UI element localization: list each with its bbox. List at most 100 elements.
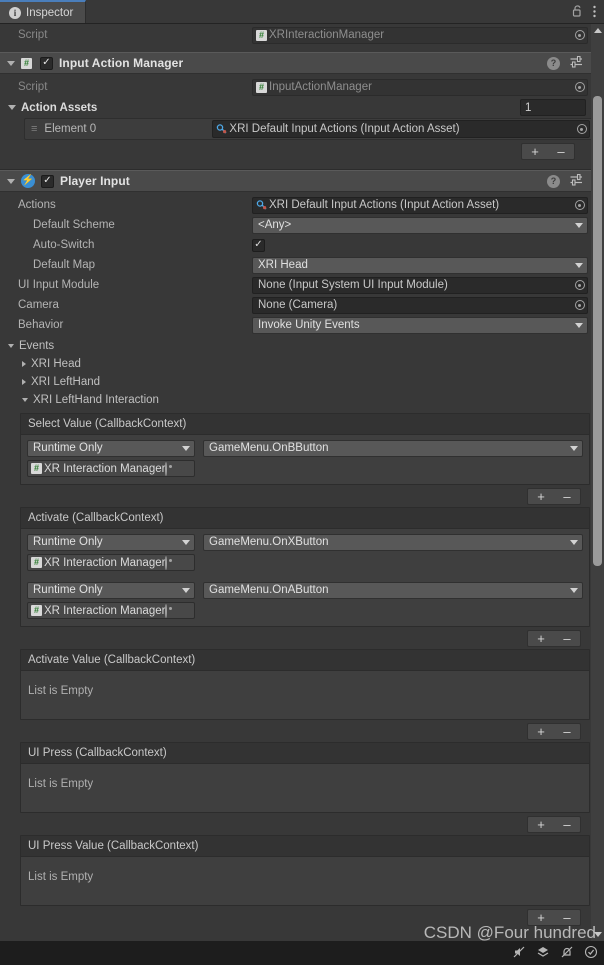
tab-inspector[interactable]: i Inspector [0, 0, 86, 23]
help-icon[interactable]: ? [547, 57, 560, 70]
event-panel-title: Activate Value (CallbackContext) [21, 650, 589, 671]
remove-listener-button[interactable]: – [554, 817, 580, 832]
events-group-label: XRI LeftHand Interaction [33, 394, 159, 406]
component-title: Input Action Manager [59, 56, 183, 70]
events-group-xri-lefthand[interactable]: XRI LeftHand [0, 373, 604, 391]
event-entry: Runtime Only GameMenu.OnAButton # XR Int… [27, 581, 583, 620]
help-icon[interactable]: ? [547, 175, 560, 188]
add-listener-button[interactable]: + [528, 631, 554, 646]
component-header-input-action-manager[interactable]: # ✓ Input Action Manager ? [0, 52, 604, 74]
event-function-dropdown[interactable]: GameMenu.OnAButton [203, 582, 583, 599]
component-enabled-checkbox[interactable]: ✓ [40, 57, 53, 70]
object-picker-icon[interactable] [574, 124, 589, 134]
foldout-arrow-icon[interactable] [8, 344, 14, 348]
event-target-object-field[interactable]: # XR Interaction Manager [27, 460, 195, 477]
vertical-scrollbar[interactable] [591, 24, 604, 941]
row-ui-input-module: UI Input Module None (Input System UI In… [0, 275, 604, 295]
unity-event-panel: UI Press Value (CallbackContext) List is… [20, 835, 590, 906]
events-group-xri-head[interactable]: XRI Head [0, 355, 604, 373]
add-listener-button[interactable]: + [528, 724, 554, 739]
auto-switch-checkbox[interactable]: ✓ [252, 239, 265, 252]
object-picker-icon[interactable] [165, 605, 167, 617]
camera-object-field[interactable]: None (Camera) [252, 297, 588, 314]
event-mode-dropdown[interactable]: Runtime Only [27, 582, 195, 599]
event-function-dropdown[interactable]: GameMenu.OnXButton [203, 534, 583, 551]
event-panel-title: Select Value (CallbackContext) [21, 414, 589, 435]
event-empty-text: List is Empty [21, 671, 589, 719]
kebab-menu-icon[interactable] [593, 5, 596, 18]
inspector-window: i Inspector Script # XRInteractionMan [0, 0, 604, 965]
scroll-up-arrow-icon[interactable] [591, 24, 604, 37]
add-listener-button[interactable]: + [528, 817, 554, 832]
tabbar-spacer [86, 0, 572, 23]
mute-audio-icon[interactable] [512, 945, 526, 962]
event-target-object-field[interactable]: # XR Interaction Manager [27, 554, 195, 571]
script-value: InputActionManager [269, 81, 572, 93]
remove-listener-button[interactable]: – [554, 489, 580, 504]
gameobject-icon: # [31, 557, 42, 568]
component-header-player-input[interactable]: ⚡ ✓ Player Input ? [0, 170, 604, 192]
behavior-dropdown[interactable]: Invoke Unity Events [252, 317, 588, 334]
chevron-down-icon [570, 540, 578, 545]
object-picker-icon[interactable] [572, 82, 587, 92]
chevron-down-icon [570, 446, 578, 451]
event-target-object-field[interactable]: # XR Interaction Manager [27, 602, 195, 619]
check-circle-icon[interactable] [584, 945, 598, 962]
scrollbar-thumb[interactable] [593, 96, 602, 566]
no-notification-icon[interactable] [560, 945, 574, 962]
collab-icon[interactable] [536, 945, 550, 962]
preset-icon[interactable] [570, 174, 583, 189]
event-mode-dropdown[interactable]: Runtime Only [27, 440, 195, 457]
default-map-dropdown[interactable]: XRI Head [252, 257, 588, 274]
player-input-icon: ⚡ [21, 174, 35, 188]
event-addremove-bar: + – [0, 813, 604, 835]
event-mode-dropdown[interactable]: Runtime Only [27, 534, 195, 551]
foldout-arrow-icon[interactable] [7, 179, 15, 184]
events-group-xri-lefthand-interaction[interactable]: XRI LeftHand Interaction [0, 391, 604, 409]
element-name: Element 0 [44, 123, 204, 135]
object-picker-icon[interactable] [572, 280, 587, 290]
array-element-row[interactable]: ≡ Element 0 XRI Default Input Actions (I… [24, 118, 594, 140]
default-scheme-dropdown[interactable]: <Any> [252, 217, 588, 234]
events-foldout[interactable]: Events [0, 337, 604, 355]
remove-listener-button[interactable]: – [554, 724, 580, 739]
component-title: Player Input [60, 174, 130, 188]
event-panel-title: UI Press (CallbackContext) [21, 743, 589, 764]
element-object-field[interactable]: XRI Default Input Actions (Input Action … [212, 120, 590, 138]
ui-input-module-object-field[interactable]: None (Input System UI Input Module) [252, 277, 588, 294]
drag-handle-icon[interactable]: ≡ [31, 124, 36, 135]
object-picker-icon[interactable] [165, 557, 167, 569]
script-object-field[interactable]: # InputActionManager [252, 79, 588, 96]
foldout-arrow-icon[interactable] [22, 379, 26, 385]
field-label: Default Map [33, 259, 95, 271]
remove-element-button[interactable]: – [548, 144, 574, 159]
foldout-arrow-icon[interactable] [8, 105, 16, 110]
script-object-field[interactable]: # XRInteractionManager [252, 27, 588, 44]
actions-object-field[interactable]: XRI Default Input Actions (Input Action … [252, 197, 588, 214]
unity-event-panel: Select Value (CallbackContext) Runtime O… [20, 413, 590, 485]
object-picker-icon[interactable] [572, 300, 587, 310]
add-listener-button[interactable]: + [528, 489, 554, 504]
event-function-dropdown[interactable]: GameMenu.OnBButton [203, 440, 583, 457]
object-picker-icon[interactable] [572, 200, 587, 210]
script-value: XRInteractionManager [269, 29, 572, 41]
foldout-arrow-icon[interactable] [7, 61, 15, 66]
event-function-value: GameMenu.OnBButton [209, 442, 570, 454]
object-picker-icon[interactable] [572, 30, 587, 40]
array-size-field[interactable]: 1 [520, 99, 586, 116]
remove-listener-button[interactable]: – [554, 631, 580, 646]
event-function-value: GameMenu.OnAButton [209, 584, 570, 596]
object-picker-icon[interactable] [165, 463, 167, 475]
foldout-arrow-icon[interactable] [22, 398, 28, 402]
foldout-arrow-icon[interactable] [22, 361, 26, 367]
component-enabled-checkbox[interactable]: ✓ [41, 175, 54, 188]
csharp-script-icon: # [256, 30, 267, 41]
field-label: Auto-Switch [33, 239, 94, 251]
array-header-action-assets[interactable]: Action Assets 1 [0, 97, 604, 118]
field-label: UI Input Module [18, 279, 99, 291]
add-element-button[interactable]: + [522, 144, 548, 159]
lock-open-icon[interactable] [572, 4, 583, 20]
preset-icon[interactable] [570, 56, 583, 71]
info-icon: i [9, 7, 21, 19]
array-addremove-bar: + – [0, 140, 604, 162]
